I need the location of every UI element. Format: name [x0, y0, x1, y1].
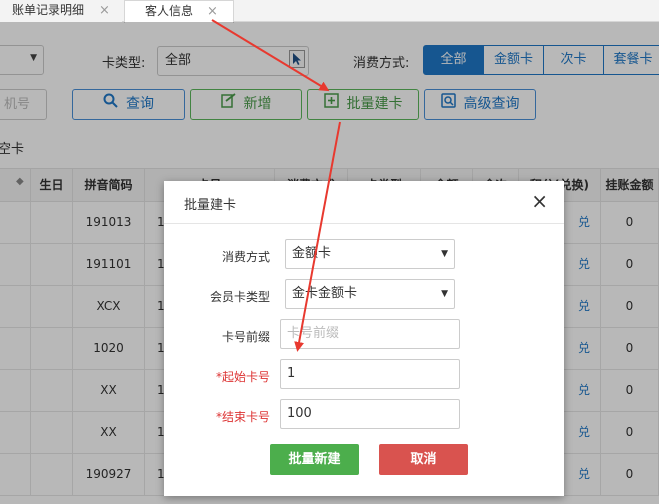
consume-type-label: 消费方式	[221, 250, 270, 264]
consume-type-select[interactable]: 金额卡 ▼	[285, 239, 455, 269]
member-card-type-value: 金卡金额卡	[292, 286, 358, 301]
tab-label: 客人信息	[145, 4, 194, 18]
dialog-header: 批量建卡 ×	[164, 181, 564, 224]
start-card-label: *起始卡号	[215, 370, 270, 384]
chevron-down-icon: ▼	[441, 249, 448, 259]
cancel-button[interactable]: 取消	[379, 444, 468, 475]
batch-create-confirm-button[interactable]: 批量新建	[270, 444, 359, 475]
end-card-label: *结束卡号	[215, 410, 270, 424]
card-prefix-input[interactable]: 卡号前缀	[280, 319, 460, 349]
close-icon[interactable]: ×	[207, 1, 218, 22]
tab-label: 账单记录明细	[12, 3, 85, 17]
close-icon[interactable]: ×	[99, 0, 110, 21]
batch-create-dialog: 批量建卡 × 消费方式 金额卡 ▼ 会员卡类型 金卡金额卡 ▼ 卡号前缀 卡号前…	[164, 181, 564, 496]
member-card-type-label: 会员卡类型	[209, 290, 270, 304]
end-card-input[interactable]: 100	[280, 399, 460, 429]
member-card-type-select[interactable]: 金卡金额卡 ▼	[285, 279, 455, 309]
tab-guest-info[interactable]: 客人信息 ×	[124, 0, 234, 23]
consume-type-value: 金额卡	[292, 246, 332, 261]
chevron-down-icon: ▼	[441, 289, 448, 299]
tab-bar: 账单记录明细 × 客人信息 ×	[0, 0, 659, 23]
dialog-title: 批量建卡	[184, 198, 237, 213]
close-icon[interactable]: ×	[531, 189, 548, 213]
start-card-input[interactable]: 1	[280, 359, 460, 389]
card-prefix-label: 卡号前缀	[221, 330, 270, 344]
tab-bill-details[interactable]: 账单记录明细 ×	[0, 0, 122, 22]
